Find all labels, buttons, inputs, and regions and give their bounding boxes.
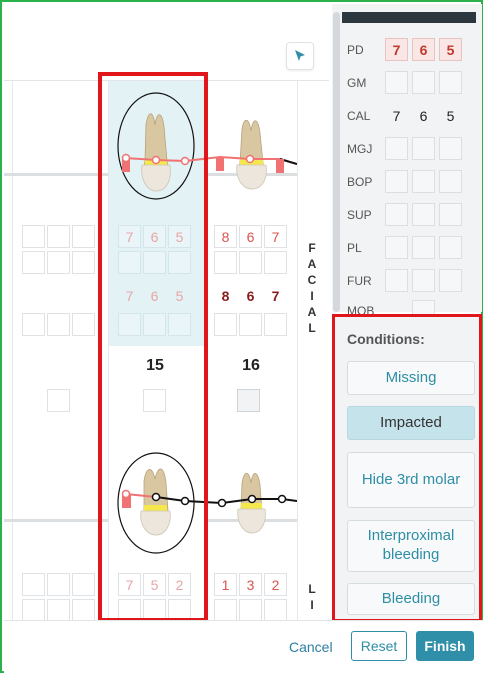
lingual-gm-cell[interactable] <box>214 599 237 622</box>
lingual-label-letter: L <box>308 582 316 596</box>
cal-value: 8 <box>221 287 230 304</box>
facial-label-letter: L <box>308 321 316 335</box>
empty-cell[interactable] <box>47 313 70 336</box>
fur-input[interactable] <box>385 269 408 292</box>
reset-button[interactable]: Reset <box>351 631 407 661</box>
facial-label-letter: F <box>308 241 316 255</box>
column-divider <box>297 81 298 620</box>
lingual-gm-cell[interactable] <box>264 599 287 622</box>
gm-cell[interactable] <box>239 251 262 274</box>
gm-input[interactable] <box>412 71 435 94</box>
condition-impacted-button[interactable]: Impacted <box>347 406 475 440</box>
bop-input[interactable] <box>412 170 435 193</box>
tooth-number-16[interactable]: 16 <box>231 357 271 375</box>
gm-cell[interactable] <box>264 251 287 274</box>
cal-value: 7 <box>271 287 280 304</box>
empty-cell[interactable] <box>72 225 95 248</box>
mgj-cell[interactable] <box>239 313 262 336</box>
cancel-button[interactable]: Cancel <box>289 639 333 655</box>
measure-label-bop: BOP <box>347 175 373 189</box>
empty-cell[interactable] <box>22 225 45 248</box>
condition-bleeding-button[interactable]: Bleeding <box>347 583 475 615</box>
empty-cell[interactable] <box>47 599 70 622</box>
pd-value[interactable]: 6 <box>412 38 435 61</box>
pl-input[interactable] <box>385 236 408 259</box>
pd-cell[interactable]: 6 <box>239 225 262 248</box>
empty-cell[interactable] <box>22 251 45 274</box>
gm-cell[interactable] <box>214 251 237 274</box>
lingual-pd-cell[interactable]: 3 <box>239 573 262 596</box>
sup-input[interactable] <box>412 203 435 226</box>
empty-cell[interactable] <box>72 313 95 336</box>
pd-cell[interactable]: 8 <box>214 225 237 248</box>
sup-input[interactable] <box>385 203 408 226</box>
measure-label-pl: PL <box>347 241 362 255</box>
mgj-input[interactable] <box>412 137 435 160</box>
tooth-checkbox[interactable] <box>237 389 260 412</box>
empty-cell[interactable] <box>22 573 45 596</box>
facial-label-letter: I <box>310 289 314 303</box>
cal-value: 6 <box>419 107 428 124</box>
cal-value: 7 <box>392 107 401 124</box>
cal-value: 6 <box>246 287 255 304</box>
gm-input[interactable] <box>439 71 462 94</box>
select-cursor-button[interactable] <box>286 42 314 70</box>
bop-input[interactable] <box>439 170 462 193</box>
panel-header-bar <box>342 12 476 23</box>
mgj-input[interactable] <box>385 137 408 160</box>
mgj-cell[interactable] <box>264 313 287 336</box>
measure-label-fur: FUR <box>347 274 372 288</box>
condition-missing-button[interactable]: Missing <box>347 361 475 395</box>
pl-input[interactable] <box>439 236 462 259</box>
cal-value: 5 <box>446 107 455 124</box>
tooth-checkbox[interactable] <box>47 389 70 412</box>
empty-cell[interactable] <box>72 599 95 622</box>
fur-input[interactable] <box>412 269 435 292</box>
lingual-pd-cell[interactable]: 2 <box>264 573 287 596</box>
empty-cell[interactable] <box>22 599 45 622</box>
measure-label-mgj: MGJ <box>347 142 373 156</box>
facial-label-letter: C <box>307 273 317 287</box>
sup-input[interactable] <box>439 203 462 226</box>
pl-input[interactable] <box>412 236 435 259</box>
fur-input[interactable] <box>439 269 462 292</box>
empty-cell[interactable] <box>72 251 95 274</box>
mgj-input[interactable] <box>439 137 462 160</box>
cursor-arrow-icon <box>295 50 305 61</box>
bop-input[interactable] <box>385 170 408 193</box>
footer-bar: Cancel Reset Finish <box>4 620 483 673</box>
mgj-cell[interactable] <box>214 313 237 336</box>
measure-label-pd: PD <box>347 43 364 57</box>
top-toolbar <box>4 4 329 80</box>
condition-interproximal-bleeding-button[interactable]: Interproximal bleeding <box>347 520 475 572</box>
pd-value[interactable]: 5 <box>439 38 462 61</box>
empty-cell[interactable] <box>47 251 70 274</box>
conditions-title: Conditions: <box>347 331 425 347</box>
lingual-gm-cell[interactable] <box>239 599 262 622</box>
lingual-pd-cell[interactable]: 1 <box>214 573 237 596</box>
app-frame: 7 6 5 7 6 5 8 6 7 8 6 7 15 16 F A C I A … <box>0 0 483 673</box>
empty-cell[interactable] <box>72 573 95 596</box>
scrollbar[interactable] <box>333 12 340 312</box>
condition-hide-3rd-molar-button[interactable]: Hide 3rd molar <box>347 452 475 508</box>
gm-input[interactable] <box>385 71 408 94</box>
empty-cell[interactable] <box>22 313 45 336</box>
measure-label-cal: CAL <box>347 109 371 123</box>
facial-label-letter: A <box>307 257 317 271</box>
pd-cell[interactable]: 7 <box>264 225 287 248</box>
selected-tooth-outline <box>98 72 208 622</box>
empty-cell[interactable] <box>47 225 70 248</box>
facial-label-letter: A <box>307 305 317 319</box>
measure-label-gm: GM <box>347 76 367 90</box>
empty-cell[interactable] <box>47 573 70 596</box>
measure-label-sup: SUP <box>347 208 372 222</box>
conditions-panel: Conditions: Missing Impacted Hide 3rd mo… <box>332 314 482 622</box>
lingual-label-letter: I <box>310 598 314 612</box>
finish-button[interactable]: Finish <box>416 631 474 661</box>
pd-value[interactable]: 7 <box>385 38 408 61</box>
